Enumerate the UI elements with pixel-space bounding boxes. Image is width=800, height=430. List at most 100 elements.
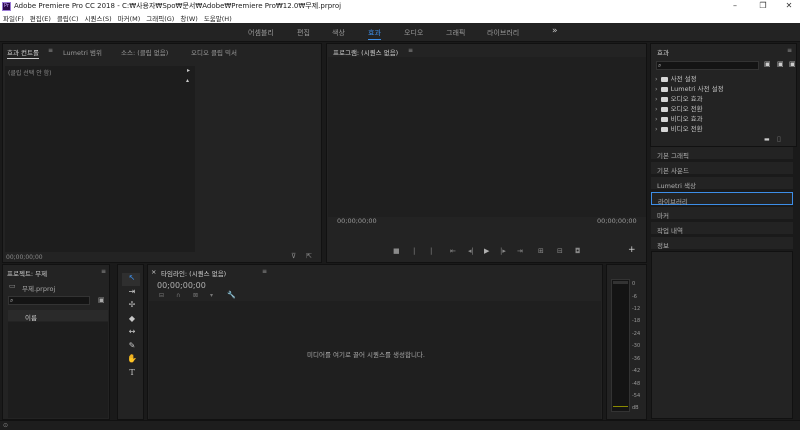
accelerated-effects-icon[interactable]: ▣ — [764, 60, 771, 68]
workspace-audio[interactable]: 오디오 — [404, 28, 423, 38]
meter-label: -30 — [632, 343, 641, 349]
menu-sequence[interactable]: 시퀀스(S) — [85, 13, 112, 23]
mark-out-icon[interactable]: | — [430, 247, 432, 255]
more-workspaces-icon[interactable]: » — [552, 26, 558, 36]
clip-indicator[interactable] — [613, 281, 628, 284]
menu-graphics[interactable]: 그래픽(G) — [146, 13, 174, 23]
razor-tool-icon[interactable]: ◆ — [125, 314, 139, 326]
program-menu-icon[interactable]: ≡ — [408, 47, 413, 54]
add-marker-timeline-icon[interactable]: ▾ — [210, 292, 213, 299]
section-info[interactable]: 정보 — [651, 237, 793, 250]
timeline-menu-icon[interactable]: ≡ — [262, 268, 267, 275]
maximize-icon[interactable]: ❐ — [750, 0, 776, 12]
workspace-color[interactable]: 색상 — [332, 28, 345, 38]
ripple-edit-tool-icon[interactable]: ✢ — [125, 300, 139, 312]
export-icon[interactable]: ⇱ — [306, 252, 312, 260]
type-tool-icon[interactable]: T — [125, 368, 139, 380]
section-markers[interactable]: 마커 — [651, 207, 793, 220]
tab-project[interactable]: 프로젝트: 무제 — [7, 268, 47, 279]
section-lumetri-color[interactable]: Lumetri 색상 — [651, 177, 793, 190]
status-bar: ⊙ — [0, 420, 800, 430]
workspace-editing[interactable]: 편집 — [297, 28, 310, 38]
nest-icon[interactable]: ⊟ — [159, 292, 164, 299]
menu-edit[interactable]: 편집(E) — [30, 13, 51, 23]
folder-icon — [660, 86, 668, 92]
play-icon[interactable]: ▶ — [484, 247, 489, 255]
new-bin-icon[interactable]: ▬ — [764, 136, 770, 143]
timeline-panel: × 타임라인: (시퀀스 없음) ≡ 00;00;00;00 ⊟ ∩ ⊠ ▾ 🔧… — [147, 264, 603, 420]
tab-audio-clip-mixer[interactable]: 오디오 클립 믹서 — [191, 47, 237, 57]
slip-tool-icon[interactable]: ↔ — [125, 327, 139, 339]
effects-folder-video-transitions[interactable]: › 비디오 전환 — [655, 123, 703, 133]
workspace-graphics[interactable]: 그래픽 — [446, 28, 465, 38]
tab-effects[interactable]: 효과 — [657, 47, 669, 58]
timeline-track-area[interactable]: 미디어를 여기로 끌어 시퀀스를 생성합니다. — [149, 301, 601, 419]
minimize-icon[interactable]: – — [722, 0, 748, 12]
effects-menu-icon[interactable]: ≡ — [787, 47, 792, 54]
step-forward-icon[interactable]: |▸ — [500, 247, 506, 255]
new-search-bin-icon[interactable]: ▣ — [98, 296, 105, 304]
track-select-tool-icon[interactable]: ⇥ — [125, 287, 139, 299]
tab-lumetri-scopes[interactable]: Lumetri 범위 — [63, 47, 102, 57]
column-name-header[interactable]: 이름 — [25, 312, 37, 322]
linked-selection-icon[interactable]: ⊠ — [193, 292, 198, 299]
effects-folder-audio-effects[interactable]: › 오디오 효과 — [655, 93, 703, 103]
go-to-out-icon[interactable]: ⇥ — [517, 247, 523, 255]
effects-folder-presets[interactable]: › 사전 설정 — [655, 73, 697, 83]
snap-icon[interactable]: ∩ — [176, 292, 180, 299]
hand-tool-icon[interactable]: ✋ — [125, 354, 139, 366]
tab-source[interactable]: 소스: (클립 없음) — [121, 47, 168, 57]
audio-meter-panel — [606, 264, 647, 420]
section-essential-sound[interactable]: 기본 사운드 — [651, 162, 793, 175]
effects-folder-video-effects[interactable]: › 비디오 효과 — [655, 113, 703, 123]
effect-controls-body: ▴ — [5, 77, 195, 252]
search-icon: ⌕ — [658, 62, 662, 69]
timeline-timecode[interactable]: 00;00;00;00 — [157, 281, 206, 290]
export-frame-icon[interactable]: ◘ — [575, 247, 581, 255]
menu-clip[interactable]: 클립(C) — [57, 13, 79, 23]
selection-tool-icon[interactable]: ↖ — [125, 273, 139, 285]
32bit-effects-icon[interactable]: ▣ — [777, 60, 784, 68]
mark-in-icon[interactable]: | — [413, 247, 415, 255]
step-back-icon[interactable]: ◂| — [468, 247, 474, 255]
section-essential-graphics[interactable]: 기본 그래픽 — [651, 147, 793, 160]
effects-folder-lumetri-presets[interactable]: › Lumetri 사전 설정 — [655, 83, 724, 93]
filter-icon[interactable]: ⊽ — [291, 252, 296, 260]
menu-marker[interactable]: 마커(M) — [118, 13, 141, 23]
workspace-libraries[interactable]: 라이브러리 — [487, 28, 519, 38]
lift-icon[interactable]: ⊞ — [538, 247, 544, 255]
menu-file[interactable]: 파일(F) — [3, 13, 24, 23]
tab-timeline[interactable]: 타임라인: (시퀀스 없음) — [161, 268, 226, 279]
source-timecode: 00;00;00;00 — [6, 254, 43, 261]
expand-arrow-icon[interactable]: ▸ — [187, 67, 190, 74]
delete-icon[interactable]: ▯ — [777, 135, 781, 143]
workspace-effects[interactable]: 효과 — [368, 28, 381, 40]
add-marker-icon[interactable]: ■ — [393, 247, 400, 255]
scroll-up-icon[interactable]: ▴ — [186, 77, 189, 84]
source-panel-tabs: 효과 컨트롤 ≡ Lumetri 범위 소스: (클립 없음) 오디오 클립 믹… — [3, 44, 321, 59]
button-editor-icon[interactable]: + — [628, 245, 636, 255]
close-window-icon[interactable]: ✕ — [776, 0, 800, 12]
tab-effect-controls[interactable]: 효과 컨트롤 — [7, 47, 39, 59]
extract-icon[interactable]: ⊟ — [557, 247, 563, 255]
yuv-effects-icon[interactable]: ▣ — [789, 60, 796, 68]
project-items-list — [8, 322, 108, 418]
menu-help[interactable]: 도움말(H) — [204, 13, 232, 23]
close-timeline-icon[interactable]: × — [151, 268, 156, 276]
menu-window[interactable]: 창(W) — [180, 13, 197, 23]
effects-folder-audio-transitions[interactable]: › 오디오 전환 — [655, 103, 703, 113]
effects-search-input[interactable]: ⌕ — [656, 61, 759, 70]
folder-icon — [660, 116, 668, 122]
timeline-panel-tabs: × 타임라인: (시퀀스 없음) ≡ — [148, 265, 602, 279]
project-menu-icon[interactable]: ≡ — [101, 268, 106, 275]
program-monitor: 프로그램: (시퀀스 없음) ≡ 00;00;00;00 00;00;00;00 — [326, 43, 647, 263]
pen-tool-icon[interactable]: ✎ — [125, 341, 139, 353]
wrench-icon[interactable]: 🔧 — [227, 291, 236, 299]
section-history[interactable]: 작업 내역 — [651, 222, 793, 235]
project-search-input[interactable]: ⌕ — [8, 296, 90, 305]
meter-label: -54 — [632, 393, 641, 399]
go-to-in-icon[interactable]: ⇤ — [450, 247, 456, 255]
workspace-assembly[interactable]: 어셈블리 — [248, 28, 274, 38]
section-libraries[interactable]: 라이브러리 — [651, 192, 793, 206]
effect-controls-menu-icon[interactable]: ≡ — [48, 47, 53, 54]
